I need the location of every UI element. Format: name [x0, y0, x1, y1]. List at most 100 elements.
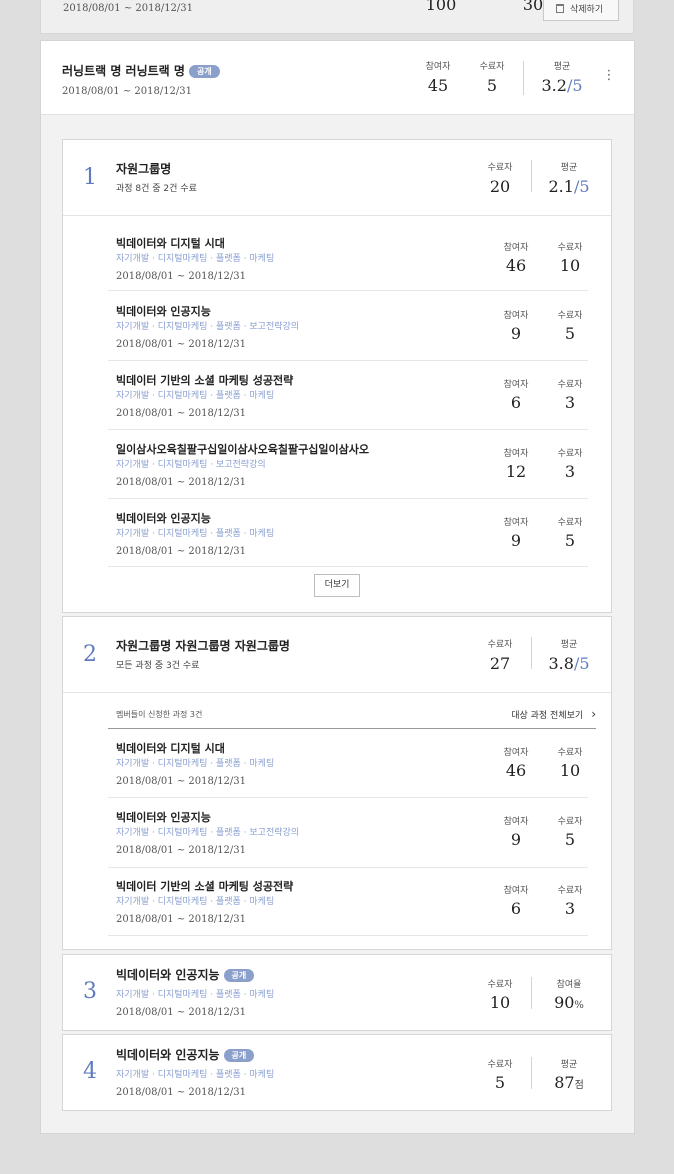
course-completed-value: 5	[564, 531, 576, 550]
course-tags: 자기개발 · 디지털마케팅 · 플랫폼 · 마케팅	[116, 254, 275, 264]
course-participants-label: 참여자	[503, 817, 529, 827]
course-date: 2018/08/01 ~ 2018/12/31	[116, 845, 247, 856]
item-rate-unit: %	[574, 1000, 584, 1011]
course-participants-value: 6	[510, 393, 522, 412]
item-title-row: 빅데이터와 인공지능 공개	[116, 966, 255, 983]
group-subtitle: 과정 8건 중 2건 수료	[116, 184, 197, 194]
item-average-value: 87점	[544, 1073, 594, 1092]
course-card-4[interactable]: 4 빅데이터와 인공지능 공개 자기개발 · 디지털마케팅 · 플랫폼 · 마케팅…	[62, 1034, 612, 1111]
course-row[interactable]: 빅데이터와 인공지능 자기개발 · 디지털마케팅 · 플랫폼 · 마케팅 201…	[108, 499, 588, 567]
members-courses-header: 멤버들이 신청한 과정 3건 대상 과정 전체보기 ›	[108, 705, 596, 729]
group-card-1: 1 자원그룹명 과정 8건 중 2건 수료 수료자 20 평균 2.1/5 빅데…	[62, 139, 612, 613]
course-participants-label: 참여자	[503, 748, 529, 758]
course-completed-value: 5	[564, 830, 576, 849]
group-completed-value: 27	[489, 654, 511, 673]
participants-value: 45	[427, 76, 449, 95]
item-date: 2018/08/01 ~ 2018/12/31	[116, 1007, 247, 1018]
course-completed-label: 수료자	[557, 817, 583, 827]
more-button[interactable]: 더보기	[314, 574, 360, 597]
course-title: 빅데이터와 인공지능	[116, 512, 211, 525]
group-average-total: /5	[573, 177, 590, 196]
participants-label: 참여자	[425, 62, 451, 72]
course-title: 빅데이터와 인공지능	[116, 811, 211, 824]
track-date: 2018/08/01 ~ 2018/12/31	[62, 86, 193, 97]
course-completed-label: 수료자	[557, 748, 583, 758]
group-header-2[interactable]: 2 자원그룹명 자원그룹명 자원그룹명 모든 과정 중 3건 수료 수료자 27…	[63, 617, 611, 693]
course-row[interactable]: 빅데이터와 디지털 시대 자기개발 · 디지털마케팅 · 플랫폼 · 마케팅 2…	[108, 228, 588, 291]
members-courses-label: 멤버들이 신청한 과정 3건	[116, 710, 203, 719]
course-participants-value: 46	[505, 761, 527, 780]
divider	[531, 1057, 532, 1089]
chevron-right-icon: ›	[591, 707, 596, 721]
course-participants-value: 12	[505, 462, 527, 481]
course-row[interactable]: 빅데이터와 인공지능 자기개발 · 디지털마케팅 · 플랫폼 · 보고전략강의 …	[108, 292, 588, 361]
course-completed-value: 3	[564, 393, 576, 412]
course-participants-value: 9	[510, 324, 522, 343]
group-subtitle: 모든 과정 중 3건 수료	[116, 661, 200, 671]
item-title: 빅데이터와 인공지능	[116, 1048, 220, 1062]
item-title: 빅데이터와 인공지능	[116, 968, 220, 982]
previous-track-card: 2018/08/01 ~ 2018/12/31 100 30 삭제하기	[40, 0, 634, 34]
track-title: 러닝트랙 명 러닝트랙 명	[62, 64, 185, 78]
previous-track-stat-1: 100	[425, 0, 457, 14]
group-average-score: 2.1	[548, 177, 574, 196]
delete-label: 삭제하기	[570, 5, 604, 15]
course-completed-label: 수료자	[557, 449, 583, 459]
group-completed-label: 수료자	[487, 163, 513, 173]
course-participants-label: 참여자	[503, 518, 529, 528]
course-row[interactable]: 빅데이터 기반의 소셜 마케팅 성공전략 자기개발 · 디지털마케팅 · 플랫폼…	[108, 361, 588, 430]
divider	[523, 61, 524, 95]
item-average-unit: 점	[574, 1080, 584, 1091]
group-index: 1	[83, 165, 97, 190]
average-value: 3.2/5	[537, 76, 587, 95]
course-tags: 자기개발 · 디지털마케팅 · 플랫폼 · 보고전략강의	[116, 828, 300, 838]
item-average-label: 평균	[560, 1060, 578, 1070]
course-tags: 자기개발 · 디지털마케팅 · 보고전략강의	[116, 460, 266, 470]
course-participants-value: 46	[505, 256, 527, 275]
item-date: 2018/08/01 ~ 2018/12/31	[116, 1087, 247, 1098]
course-row[interactable]: 빅데이터 기반의 소셜 마케팅 성공전략 자기개발 · 디지털마케팅 · 플랫폼…	[108, 868, 588, 936]
view-all-link[interactable]: 대상 과정 전체보기 ›	[511, 707, 596, 721]
group-average-total: /5	[573, 654, 590, 673]
course-date: 2018/08/01 ~ 2018/12/31	[116, 914, 247, 925]
course-card-3[interactable]: 3 빅데이터와 인공지능 공개 자기개발 · 디지털마케팅 · 플랫폼 · 마케팅…	[62, 954, 612, 1031]
course-title: 빅데이터 기반의 소셜 마케팅 성공전략	[116, 374, 294, 387]
course-participants-label: 참여자	[503, 311, 529, 321]
course-participants-label: 참여자	[503, 886, 529, 896]
group-header-1[interactable]: 1 자원그룹명 과정 8건 중 2건 수료 수료자 20 평균 2.1/5	[63, 140, 611, 216]
course-completed-label: 수료자	[557, 886, 583, 896]
course-participants-value: 9	[510, 830, 522, 849]
course-row[interactable]: 일이삼사오육칠팔구십일이삼사오육칠팔구십일이삼사오 자기개발 · 디지털마케팅 …	[108, 430, 588, 499]
track-header[interactable]: 러닝트랙 명 러닝트랙 명 공개 2018/08/01 ~ 2018/12/31 …	[41, 41, 634, 115]
delete-button[interactable]: 삭제하기	[543, 0, 619, 21]
view-all-label: 대상 과정 전체보기	[511, 711, 584, 721]
course-date: 2018/08/01 ~ 2018/12/31	[116, 271, 247, 282]
course-row[interactable]: 빅데이터와 디지털 시대 자기개발 · 디지털마케팅 · 플랫폼 · 마케팅 2…	[108, 730, 588, 798]
course-date: 2018/08/01 ~ 2018/12/31	[116, 546, 247, 557]
course-participants-label: 참여자	[503, 243, 529, 253]
course-title: 빅데이터와 디지털 시대	[116, 237, 225, 250]
item-completed-label: 수료자	[487, 1060, 513, 1070]
course-tags: 자기개발 · 디지털마케팅 · 플랫폼 · 마케팅	[116, 391, 275, 401]
item-tags: 자기개발 · 디지털마케팅 · 플랫폼 · 마케팅	[116, 990, 275, 1000]
course-participants-value: 9	[510, 531, 522, 550]
item-rate: 90	[554, 993, 575, 1012]
group-completed-label: 수료자	[487, 640, 513, 650]
course-completed-label: 수료자	[557, 243, 583, 253]
course-completed-value: 5	[564, 324, 576, 343]
group-title: 자원그룹명 자원그룹명 자원그룹명	[116, 639, 290, 653]
course-completed-value: 10	[559, 256, 581, 275]
group-title: 자원그룹명	[116, 162, 172, 176]
item-rate-value: 90%	[544, 993, 594, 1012]
course-row[interactable]: 빅데이터와 인공지능 자기개발 · 디지털마케팅 · 플랫폼 · 보고전략강의 …	[108, 799, 588, 868]
completed-label: 수료자	[479, 62, 505, 72]
course-tags: 자기개발 · 디지털마케팅 · 플랫폼 · 마케팅	[116, 759, 275, 769]
group-average-label: 평균	[560, 163, 578, 173]
course-title: 빅데이터 기반의 소셜 마케팅 성공전략	[116, 880, 294, 893]
item-rate-label: 참여율	[556, 980, 582, 990]
more-options-icon[interactable]: ⋮	[602, 68, 616, 83]
track-title-row: 러닝트랙 명 러닝트랙 명 공개	[62, 62, 220, 79]
item-tags: 자기개발 · 디지털마케팅 · 플랫폼 · 마케팅	[116, 1070, 275, 1080]
course-participants-label: 참여자	[503, 449, 529, 459]
public-badge: 공개	[223, 969, 255, 982]
